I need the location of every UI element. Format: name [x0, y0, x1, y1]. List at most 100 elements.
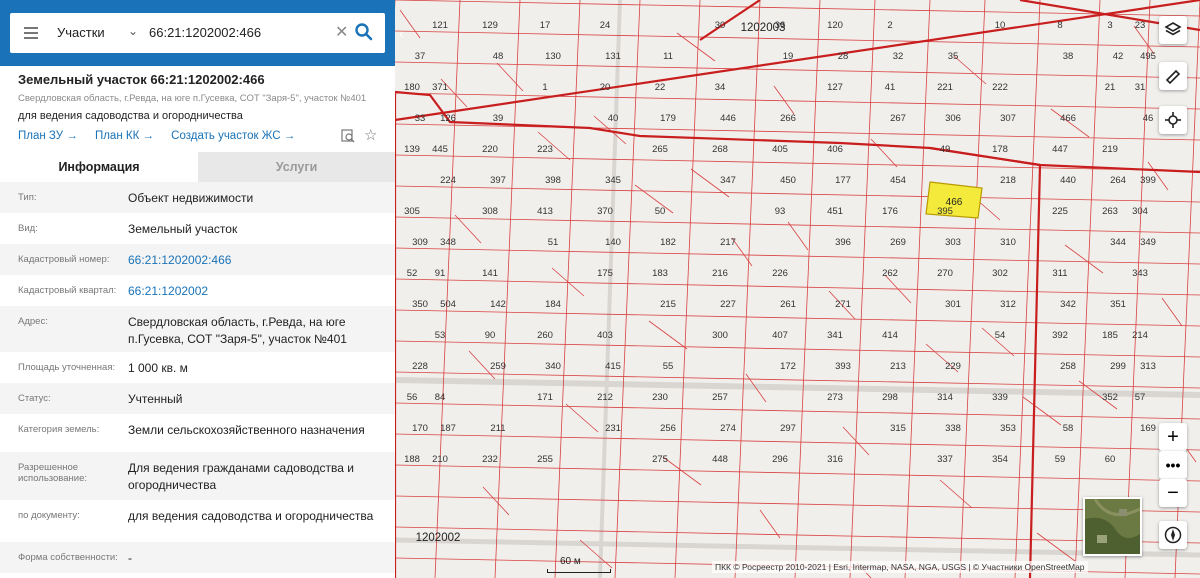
parcel-number-label: 303 — [945, 237, 961, 248]
parcel-number-label: 302 — [992, 268, 1008, 279]
parcel-number-label: 20 — [600, 82, 611, 93]
locate-button[interactable] — [1159, 106, 1187, 134]
parcel-links: План ЗУ → План КК → Создать участок ЖС → — [18, 130, 309, 142]
parcel-number-label: 60 — [1105, 454, 1116, 465]
plus-icon: + — [1167, 426, 1179, 448]
parcel-number-label: 38 — [1063, 51, 1074, 62]
parcel-number-label: 90 — [485, 330, 496, 341]
parcel-number-label: 265 — [652, 144, 668, 155]
create-parcel-link[interactable]: Создать участок ЖС → — [171, 130, 295, 142]
parcel-number-label: 403 — [597, 330, 613, 341]
minus-icon: − — [1167, 482, 1179, 504]
clear-icon[interactable]: ✕ — [335, 22, 348, 42]
parcel-number-label: 56 — [407, 392, 418, 403]
parcel-purpose: для ведения садоводства и огородничества — [18, 110, 243, 122]
parcel-number-label: 17 — [540, 20, 551, 31]
plan-zu-link[interactable]: План ЗУ → — [18, 130, 78, 142]
parcel-number-label: 440 — [1060, 175, 1076, 186]
parcel-number-label: 448 — [712, 454, 728, 465]
tabs: Информация Услуги — [0, 152, 395, 182]
info-label: по документу: — [18, 510, 80, 521]
info-row: Адрес: Свердловская область, г.Ревда, на … — [0, 306, 395, 352]
parcel-number-label: 126 — [440, 113, 456, 124]
parcel-title: Земельный участок 66:21:1202002:466 — [18, 72, 265, 87]
parcel-number-label: 180 — [404, 82, 420, 93]
compass-button[interactable] — [1159, 521, 1187, 549]
parcel-number-label: 175 — [597, 268, 613, 279]
parcel-number-label: 308 — [482, 206, 498, 217]
parcel-address: Свердловская область, г.Ревда, на юге п.… — [18, 93, 367, 104]
parcel-number-label: 301 — [945, 299, 961, 310]
compass-icon — [1164, 526, 1182, 544]
parcel-number-label: 127 — [827, 82, 843, 93]
tab-information[interactable]: Информация — [0, 152, 198, 182]
zoom-in-button[interactable]: + — [1159, 423, 1187, 451]
parcel-number-label: 345 — [605, 175, 621, 186]
parcel-number-label: 212 — [597, 392, 613, 403]
info-label: Площадь уточненная: — [18, 362, 116, 373]
parcel-number-label: 230 — [652, 392, 668, 403]
more-button[interactable]: ••• — [1159, 451, 1187, 479]
parcel-number-label: 91 — [435, 268, 446, 279]
parcel-number-label: 178 — [992, 144, 1008, 155]
info-row: Разрешенное использование: Для ведения гр… — [0, 452, 395, 500]
parcel-number-label: 261 — [780, 299, 796, 310]
parcel-number-label: 214 — [1132, 330, 1148, 341]
parcel-number-label: 264 — [1110, 175, 1126, 186]
search-type-select[interactable]: Участки — [57, 25, 105, 40]
parcel-number-label: 340 — [545, 361, 561, 372]
parcel-number-label: 50 — [655, 206, 666, 217]
parcel-number-label: 170 — [412, 423, 428, 434]
map-quarter-label: 1202002 — [416, 532, 461, 544]
parcel-number-label: 407 — [772, 330, 788, 341]
measure-button[interactable] — [1159, 62, 1187, 90]
scale-label: 60 м — [560, 556, 581, 567]
info-label: Адрес: — [18, 316, 48, 327]
search-input[interactable]: 66:21:1202002:466 — [149, 25, 261, 40]
menu-icon[interactable] — [24, 27, 38, 39]
scale-bar — [547, 569, 611, 573]
info-label: Вид: — [18, 223, 38, 234]
search-box: Участки ⌄ 66:21:1202002:466 ✕ — [10, 13, 385, 53]
plan-kk-link[interactable]: План КК → — [95, 130, 154, 142]
parcel-number-label: 46 — [1143, 113, 1154, 124]
chevron-down-icon[interactable]: ⌄ — [128, 24, 138, 38]
parcel-number-label: 218 — [1000, 175, 1016, 186]
parcel-number-label: 217 — [720, 237, 736, 248]
parcel-number-label: 271 — [835, 299, 851, 310]
zoom-to-parcel-icon[interactable] — [341, 129, 355, 143]
tab-services[interactable]: Услуги — [198, 152, 395, 182]
zoom-out-button[interactable]: − — [1159, 479, 1187, 507]
parcel-number-label: 232 — [482, 454, 498, 465]
parcel-number-label: 315 — [890, 423, 906, 434]
parcel-number-label: 55 — [663, 361, 674, 372]
info-value: Земельный участок — [128, 222, 238, 236]
info-label: Категория земель: — [18, 424, 100, 435]
parcel-number-label: 415 — [605, 361, 621, 372]
star-icon[interactable]: ☆ — [364, 126, 377, 144]
parcel-number-label: 184 — [545, 299, 561, 310]
search-icon[interactable] — [354, 21, 374, 43]
parcel-number-label: 185 — [1102, 330, 1118, 341]
info-value-link[interactable]: 66:21:1202002 — [128, 283, 376, 306]
layers-button[interactable] — [1159, 16, 1187, 44]
parcel-number-label: 129 — [482, 20, 498, 31]
info-value-link[interactable]: 66:21:1202002:466 — [128, 252, 376, 275]
parcel-number-label: 215 — [660, 299, 676, 310]
parcel-number-label: 222 — [992, 82, 1008, 93]
parcel-number-label: 213 — [890, 361, 906, 372]
parcel-number-label: 141 — [482, 268, 498, 279]
info-label: Кадастровый номер: — [18, 254, 110, 265]
parcel-number-label: 57 — [1135, 392, 1146, 403]
parcel-number-label: 353 — [1000, 423, 1016, 434]
basemap-thumbnail[interactable] — [1083, 497, 1142, 556]
info-value: Земли сельскохозяйственного назначения — [128, 423, 365, 437]
parcel-number-label: 169 — [1140, 423, 1156, 434]
collapse-panel-icon[interactable]: ‹ — [395, 20, 408, 46]
parcel-number-label: 263 — [1102, 206, 1118, 217]
parcel-number-label: 32 — [893, 51, 904, 62]
layers-icon — [1164, 21, 1182, 36]
parcel-number-label: 343 — [1132, 268, 1148, 279]
parcel-number-label: 8 — [1057, 20, 1062, 31]
parcel-number-label: 40 — [608, 113, 619, 124]
